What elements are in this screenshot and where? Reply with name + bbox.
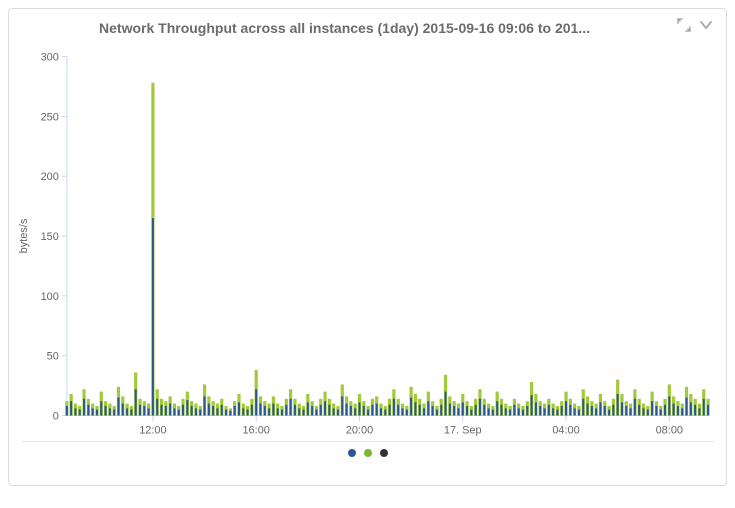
legend-dot-series-c[interactable] — [380, 449, 388, 457]
svg-text:250: 250 — [41, 111, 59, 123]
svg-text:300: 300 — [41, 52, 59, 64]
svg-text:50: 50 — [47, 351, 59, 363]
panel-header: Network Throughput across all instances … — [9, 9, 726, 38]
svg-text:20:00: 20:00 — [346, 424, 373, 436]
svg-text:150: 150 — [41, 231, 59, 243]
series-front — [66, 218, 709, 415]
panel-title: Network Throughput across all instances … — [21, 20, 668, 36]
svg-text:04:00: 04:00 — [552, 424, 579, 436]
legend — [9, 444, 726, 462]
chart-svg: 0 50 100 150 200 250 300 bytes/s 12:00 16:00 20:00… — [9, 38, 726, 468]
chevron-down-icon[interactable] — [698, 17, 714, 38]
chart-panel: Network Throughput across all instances … — [8, 8, 727, 486]
svg-text:16:00: 16:00 — [242, 424, 269, 436]
series-back — [65, 83, 709, 416]
svg-text:bytes/s: bytes/s — [18, 218, 30, 253]
svg-text:0: 0 — [53, 411, 59, 423]
svg-text:12:00: 12:00 — [139, 424, 166, 436]
legend-dot-series-a[interactable] — [348, 449, 356, 457]
expand-icon[interactable] — [676, 17, 692, 38]
svg-text:200: 200 — [41, 171, 59, 183]
chart-area: 0 50 100 150 200 250 300 bytes/s 12:00 16:00 20:00… — [9, 38, 726, 468]
svg-text:08:00: 08:00 — [656, 424, 683, 436]
svg-text:17. Sep: 17. Sep — [444, 424, 482, 436]
legend-dot-series-b[interactable] — [364, 449, 372, 457]
svg-text:100: 100 — [41, 291, 59, 303]
